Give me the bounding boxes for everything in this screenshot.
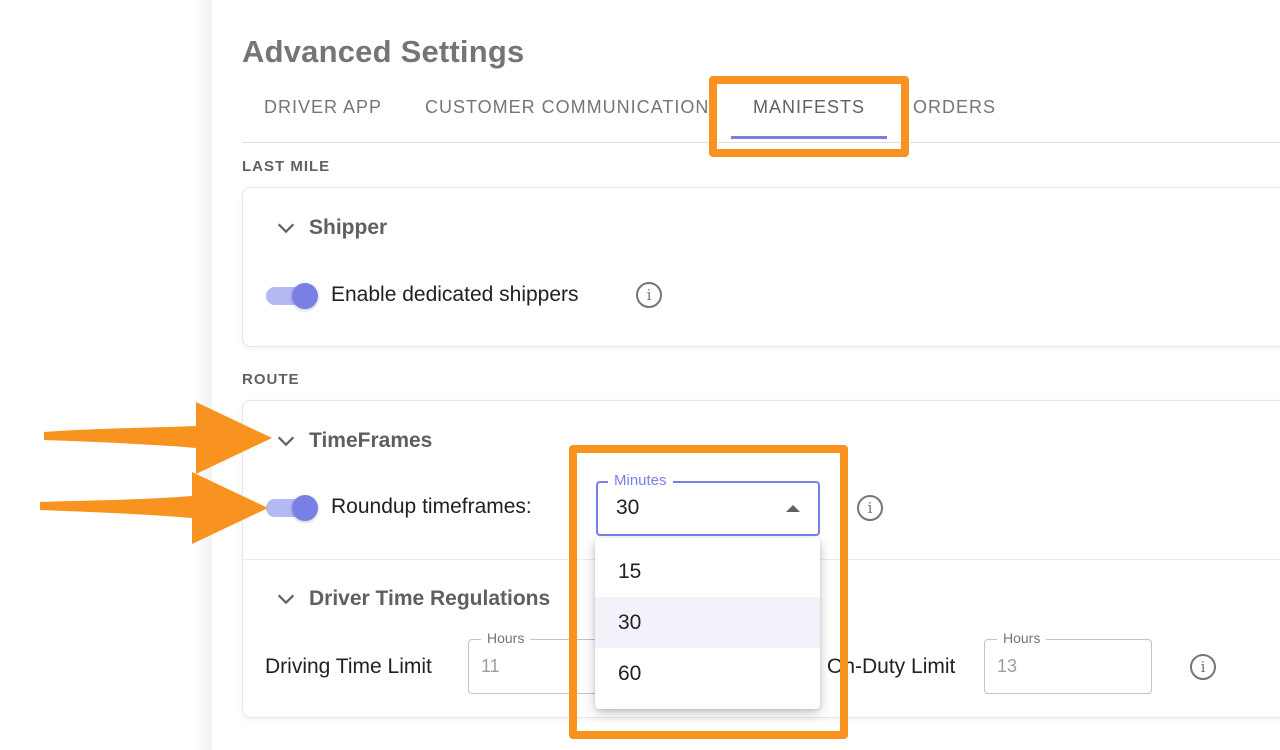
tab-bar: DRIVER APP CUSTOMER COMMUNICATION MANIFE… — [242, 84, 1280, 143]
timeframes-group-header[interactable]: TimeFrames — [275, 429, 432, 453]
on-duty-legend: Hours — [997, 630, 1047, 646]
chevron-down-icon — [277, 223, 295, 234]
shipper-card: Shipper — [242, 187, 1280, 347]
section-label-last-mile: LAST MILE — [242, 158, 331, 175]
roundup-timeframes-label: Roundup timeframes: — [331, 495, 532, 518]
shipper-group-title: Shipper — [309, 216, 388, 239]
roundup-timeframes-toggle[interactable] — [266, 493, 320, 523]
minutes-option-30[interactable]: 30 — [595, 597, 820, 648]
info-icon[interactable]: i — [1190, 654, 1216, 680]
driving-time-value: 11 — [481, 656, 500, 676]
driving-time-limit-label: Driving Time Limit — [265, 655, 432, 678]
page-title: Advanced Settings — [242, 34, 525, 69]
chevron-down-icon — [277, 436, 295, 447]
enable-dedicated-shippers-label: Enable dedicated shippers — [331, 283, 579, 306]
active-tab-indicator — [731, 136, 887, 139]
caret-up-icon — [786, 505, 800, 512]
timeframes-group-title: TimeFrames — [309, 429, 433, 452]
driver-time-group-header[interactable]: Driver Time Regulations — [275, 587, 550, 611]
minutes-option-60[interactable]: 60 — [595, 648, 820, 699]
minutes-select-legend: Minutes — [608, 472, 673, 489]
enable-dedicated-shippers-toggle[interactable] — [266, 281, 320, 311]
tab-orders[interactable]: ORDERS — [913, 84, 996, 140]
minutes-dropdown-menu: 15 30 60 — [595, 538, 820, 709]
on-duty-limit-label: On-Duty Limit — [827, 655, 956, 678]
on-duty-value: 13 — [997, 656, 1018, 676]
chevron-down-icon — [277, 594, 295, 605]
sidebar-shadow — [0, 0, 212, 750]
minutes-option-15[interactable]: 15 — [595, 546, 820, 597]
section-label-route: ROUTE — [242, 371, 300, 388]
shipper-group-header[interactable]: Shipper — [275, 216, 387, 240]
on-duty-limit-field[interactable]: Hours 13 — [984, 630, 1152, 694]
minutes-select[interactable]: Minutes 30 — [596, 472, 820, 536]
minutes-select-value: 30 — [616, 496, 640, 519]
driving-time-legend: Hours — [481, 630, 531, 646]
info-icon[interactable]: i — [857, 495, 883, 521]
tab-driver-app[interactable]: DRIVER APP — [264, 84, 382, 140]
info-icon[interactable]: i — [636, 282, 662, 308]
toggle-thumb — [292, 495, 318, 521]
tab-manifests[interactable]: MANIFESTS — [753, 84, 865, 140]
tab-customer-communication[interactable]: CUSTOMER COMMUNICATION — [425, 84, 709, 140]
toggle-thumb — [292, 283, 318, 309]
driver-time-group-title: Driver Time Regulations — [309, 587, 551, 610]
